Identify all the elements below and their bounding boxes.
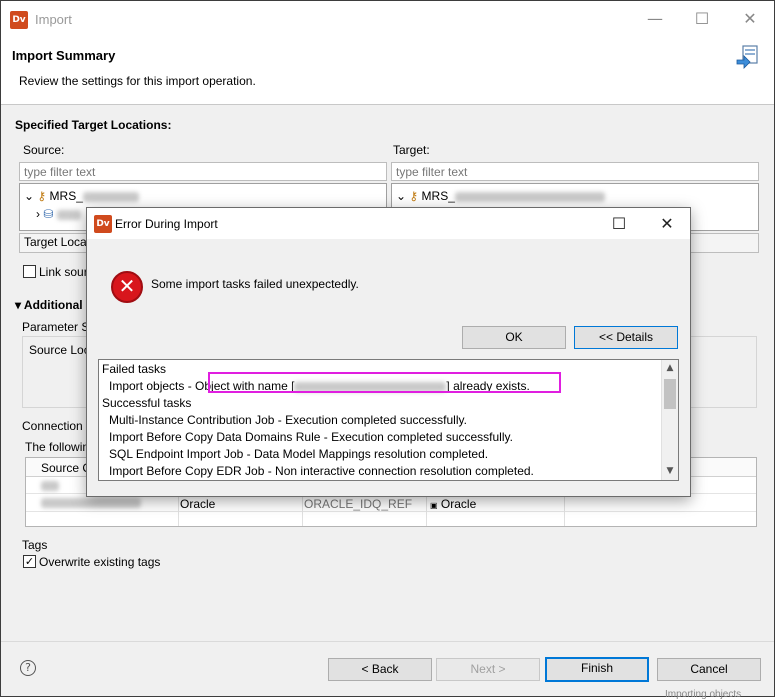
maximize-icon[interactable]: ☐: [596, 208, 642, 239]
source-filter-input[interactable]: [19, 162, 387, 181]
window-title: Import: [35, 12, 72, 27]
app-logo-icon: Dv: [10, 11, 28, 29]
source-type-cell: Oracle: [180, 497, 216, 511]
chevron-down-icon[interactable]: ⌄: [24, 189, 34, 203]
maximize-icon[interactable]: ☐: [679, 1, 725, 37]
footer-divider: [1, 641, 774, 642]
back-button[interactable]: < Back: [328, 658, 432, 681]
page-subtitle: Review the settings for this import oper…: [19, 74, 256, 88]
success-item: Import Before Copy EDR Job - Non interac…: [109, 464, 534, 478]
connection-description: The followin: [25, 440, 90, 454]
close-icon[interactable]: ✕: [727, 1, 773, 37]
target-filter-input[interactable]: [391, 162, 759, 181]
link-source-checkbox[interactable]: [23, 265, 36, 278]
source-column-header[interactable]: Source C: [41, 461, 91, 475]
source-label: Source:: [23, 143, 65, 157]
success-item: Multi-Instance Contribution Job - Execut…: [109, 413, 467, 427]
ok-button[interactable]: OK: [462, 326, 566, 349]
scroll-thumb[interactable]: [664, 379, 676, 409]
failed-tasks-header: Failed tasks: [102, 362, 167, 376]
close-icon[interactable]: ✕: [644, 208, 690, 239]
scroll-up-icon[interactable]: ▲: [662, 360, 678, 376]
parameter-label: Parameter S: [22, 320, 90, 334]
target-connection-cell: ORACLE_IDQ_REF: [304, 497, 413, 511]
target-location-label: Target Locat: [24, 235, 91, 249]
status-partial-text: Importing objects: [665, 689, 742, 700]
connection-label: Connection: [22, 419, 83, 433]
highlight-box: [208, 372, 561, 393]
collapse-icon[interactable]: ▾: [15, 298, 21, 312]
error-dialog: Dv Error During Import ☐ ✕ ✕ Some import…: [86, 207, 691, 497]
dialog-title: Error During Import: [115, 217, 218, 231]
overwrite-tags-checkbox[interactable]: ✓: [23, 555, 36, 568]
details-button[interactable]: << Details: [574, 326, 678, 349]
page-title: Import Summary: [12, 48, 116, 63]
details-list[interactable]: Failed tasks Import objects - Object wit…: [98, 359, 679, 481]
source-tree-root[interactable]: ⌄ ⚷ MRS_: [24, 189, 139, 203]
chevron-right-icon[interactable]: ›: [36, 207, 40, 221]
dialog-body: ✕ Some import tasks failed unexpectedly.…: [87, 239, 690, 496]
target-locations-heading: Specified Target Locations:: [15, 118, 172, 132]
error-icon: ✕: [111, 271, 143, 303]
link-source-label: Link sour: [39, 265, 88, 279]
cancel-button[interactable]: Cancel: [657, 658, 761, 681]
project-icon: ⛁: [43, 207, 54, 221]
window-titlebar: Dv Import — ☐ ✕: [1, 1, 774, 37]
finish-button[interactable]: Finish: [545, 657, 649, 682]
app-logo-icon: Dv: [94, 215, 112, 233]
target-type-cell: ▣ Oracle: [430, 497, 477, 511]
successful-tasks-header: Successful tasks: [102, 396, 192, 410]
repository-icon: ⚷: [37, 189, 47, 203]
details-scrollbar[interactable]: ▲ ▼: [661, 360, 678, 480]
target-label: Target:: [393, 143, 430, 157]
import-wizard-icon: [736, 45, 758, 69]
db-icon: ▣: [430, 501, 438, 510]
error-message: Some import tasks failed unexpectedly.: [151, 277, 359, 291]
tags-label: Tags: [22, 538, 48, 552]
source-tree-child[interactable]: › ⛁: [36, 207, 81, 221]
source-location-label: Source Loc: [29, 343, 90, 357]
success-item: Import Before Copy Data Domains Rule - E…: [109, 430, 513, 444]
repository-icon: ⚷: [409, 189, 419, 203]
minimize-icon[interactable]: —: [632, 1, 678, 37]
chevron-down-icon[interactable]: ⌄: [396, 189, 406, 203]
overwrite-tags-label: Overwrite existing tags: [39, 555, 161, 569]
additional-section-heading[interactable]: ▾ Additional: [15, 298, 83, 312]
help-icon[interactable]: ?: [20, 660, 36, 676]
target-tree-root[interactable]: ⌄ ⚷ MRS_: [396, 189, 605, 203]
wizard-header: Import Summary Review the settings for t…: [1, 37, 774, 105]
dialog-titlebar: Dv Error During Import ☐ ✕: [87, 208, 690, 239]
next-button[interactable]: Next >: [436, 658, 540, 681]
success-item: SQL Endpoint Import Job - Data Model Map…: [109, 447, 489, 461]
scroll-down-icon[interactable]: ▼: [662, 463, 678, 479]
